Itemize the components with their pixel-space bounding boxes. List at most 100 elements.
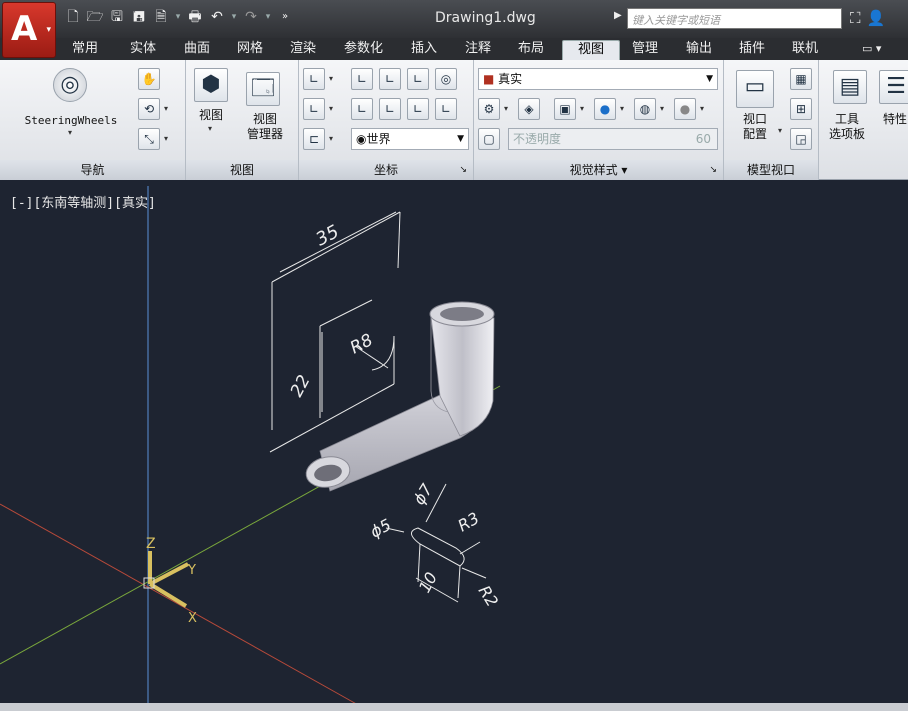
face-style-icon[interactable]: ◈ [518, 98, 540, 120]
panel-model-viewports: ▭ 视口 配置 ▾ ▦ ⊞ ◲ 模型视口 [724, 60, 819, 180]
pan-icon[interactable]: ✋ [138, 68, 160, 90]
view-button-label[interactable]: 视图 [191, 108, 231, 122]
model-canvas[interactable]: 35 R8 22 ϕ7 ϕ5 R3 10 R2 Z Y X [0, 186, 908, 711]
chevron-down-icon[interactable]: ▾ [700, 104, 704, 113]
steeringwheels-label[interactable]: SteeringWheels [14, 114, 128, 128]
ucs-x-icon[interactable]: ∟ [379, 68, 401, 90]
view-manager-icon[interactable]: 🗔 [246, 72, 280, 106]
view-manager-label-2[interactable]: 管理器 [236, 127, 294, 141]
xray-icon[interactable]: ⚙ [478, 98, 500, 120]
chevron-down-icon[interactable]: ▾ [68, 128, 72, 137]
viewport-config-label-1[interactable]: 视口 [730, 112, 780, 126]
ucs-view-icon[interactable]: ◎ [435, 68, 457, 90]
binoculars-icon[interactable]: ⛶ [850, 9, 861, 27]
ucs-zaxis-icon[interactable]: ∟ [435, 98, 457, 120]
ucs-z-icon[interactable]: ∟ [407, 98, 429, 120]
layout-tabs-strip [0, 703, 908, 711]
visual-style-combo[interactable]: ■ 真实 ▼ [478, 68, 718, 90]
tab-render[interactable]: 渲染 [286, 40, 320, 60]
ribbon-tab-row: 常用 实体 曲面 网格 渲染 参数化 插入 注释 布局 视图 管理 输出 插件 … [0, 38, 908, 60]
tab-manage[interactable]: 管理 [628, 40, 662, 60]
search-arrow-icon[interactable]: ▶ [614, 10, 622, 21]
plot-preview-icon[interactable]: 🗎 [152, 8, 170, 26]
tab-mesh[interactable]: 网格 [233, 40, 267, 60]
join-viewports-icon[interactable]: ⊞ [790, 98, 812, 120]
chevron-down-icon[interactable]: ▾ [621, 163, 627, 177]
undo-dropdown-icon[interactable]: ▾ [230, 8, 238, 26]
chevron-down-icon[interactable]: ▾ [329, 74, 333, 83]
undo-icon[interactable]: ↶ [208, 8, 226, 26]
chevron-down-icon[interactable]: ▾ [504, 104, 508, 113]
orbit-icon[interactable]: ⟲ [138, 98, 160, 120]
new-icon[interactable]: 🗋 [64, 8, 82, 26]
open-icon[interactable]: 🗁 [86, 8, 104, 26]
opacity-icon[interactable]: ▢ [478, 128, 500, 150]
ucs-previous-icon[interactable]: ∟ [351, 98, 373, 120]
tab-solid[interactable]: 实体 [126, 40, 160, 60]
tab-online[interactable]: 联机 [788, 40, 822, 60]
redo-icon[interactable]: ↷ [242, 8, 260, 26]
save-icon[interactable]: 🖫 [108, 8, 126, 26]
tab-insert[interactable]: 插入 [407, 40, 441, 60]
bend-profile-sketch[interactable] [269, 211, 401, 453]
tab-parametric[interactable]: 参数化 [340, 40, 387, 60]
panel-visual-styles: ■ 真实 ▼ ⚙ ▾ ◈ ▣ ▾ ● ▾ ◍ ▾ ● ▾ ▢ 不透明度 60 视… [474, 60, 724, 180]
tab-surface[interactable]: 曲面 [180, 40, 214, 60]
ribbon-toggle-icon[interactable]: ▭ ▾ [858, 40, 885, 60]
search-input[interactable]: 键入关键字或短语 [627, 8, 842, 29]
panel-launcher-icon[interactable]: ↘ [459, 160, 467, 180]
view-manager-label-1[interactable]: 视图 [236, 112, 294, 126]
lighting-icon[interactable]: ● [594, 98, 616, 120]
viewport-config-label-2[interactable]: 配置 [730, 127, 780, 141]
properties-icon[interactable]: ☰ [879, 70, 908, 104]
edge-style-icon[interactable]: ▣ [554, 98, 576, 120]
chevron-down-icon[interactable]: ▾ [580, 104, 584, 113]
ucs-y-icon[interactable]: ∟ [379, 98, 401, 120]
user-icon[interactable]: 👤 [867, 9, 886, 27]
panel-launcher-icon[interactable]: ↘ [709, 160, 717, 180]
redo-dropdown-icon[interactable]: ▾ [264, 8, 272, 26]
restore-viewports-icon[interactable]: ◲ [790, 128, 812, 150]
shadow-icon[interactable]: ◍ [634, 98, 656, 120]
opacity-slider[interactable]: 不透明度 60 [508, 128, 718, 150]
tool-palettes-icon[interactable]: ▤ [833, 70, 867, 104]
tab-layout[interactable]: 布局 [514, 40, 548, 60]
steeringwheels-icon[interactable]: ◎ [53, 68, 87, 102]
ucs-3point-icon[interactable]: ∟ [303, 98, 325, 120]
tool-palettes-label-1[interactable]: 工具 [821, 112, 873, 126]
application-menu-button[interactable]: A ▾ [2, 2, 56, 58]
more-icon[interactable]: » [276, 8, 294, 26]
chevron-down-icon[interactable]: ▾ [164, 134, 168, 143]
ucs-icon[interactable]: ∟ [303, 68, 325, 90]
tab-plugins[interactable]: 插件 [735, 40, 769, 60]
ucs-axis-icon[interactable] [143, 551, 189, 608]
viewport-config-icon[interactable]: ▭ [736, 70, 774, 108]
dim-22: 22 [287, 372, 315, 400]
tool-palettes-label-2[interactable]: 选项板 [821, 127, 873, 141]
tab-view[interactable]: 视图 [562, 40, 620, 60]
chevron-down-icon[interactable]: ▾ [164, 104, 168, 113]
ucs-face-icon[interactable]: ⊏ [303, 128, 325, 150]
material-icon[interactable]: ● [674, 98, 696, 120]
chevron-down-icon[interactable]: ▾ [329, 134, 333, 143]
ucs-combo[interactable]: ◉世界 ▼ [351, 128, 469, 150]
chevron-down-icon[interactable]: ▾ [620, 104, 624, 113]
save-as-icon[interactable]: 🖪 [130, 8, 148, 26]
tab-home[interactable]: 常用 [68, 40, 102, 60]
tab-annotate[interactable]: 注释 [461, 40, 495, 60]
bent-tube-model[interactable] [304, 301, 495, 492]
dropdown-icon[interactable]: ▾ [174, 8, 182, 26]
zoom-extents-icon[interactable]: ⤡ [138, 128, 160, 150]
chevron-down-icon[interactable]: ▾ [778, 126, 782, 135]
print-icon[interactable]: 🖶 [186, 8, 204, 26]
named-viewports-icon[interactable]: ▦ [790, 68, 812, 90]
chevron-down-icon[interactable]: ▾ [660, 104, 664, 113]
chevron-down-icon[interactable]: ▾ [329, 104, 333, 113]
tab-output[interactable]: 输出 [682, 40, 716, 60]
chevron-down-icon[interactable]: ▾ [208, 124, 212, 133]
properties-label[interactable]: 特性 [875, 112, 908, 126]
drawing-viewport[interactable]: [-][东南等轴测][真实] 35 R8 22 ϕ7 ϕ5 R3 10 R2 Z… [0, 186, 908, 711]
view-cube-icon[interactable]: ⬢ [194, 68, 228, 102]
ucs-origin-icon[interactable]: ∟ [407, 68, 429, 90]
ucs-named-icon[interactable]: ∟ [351, 68, 373, 90]
